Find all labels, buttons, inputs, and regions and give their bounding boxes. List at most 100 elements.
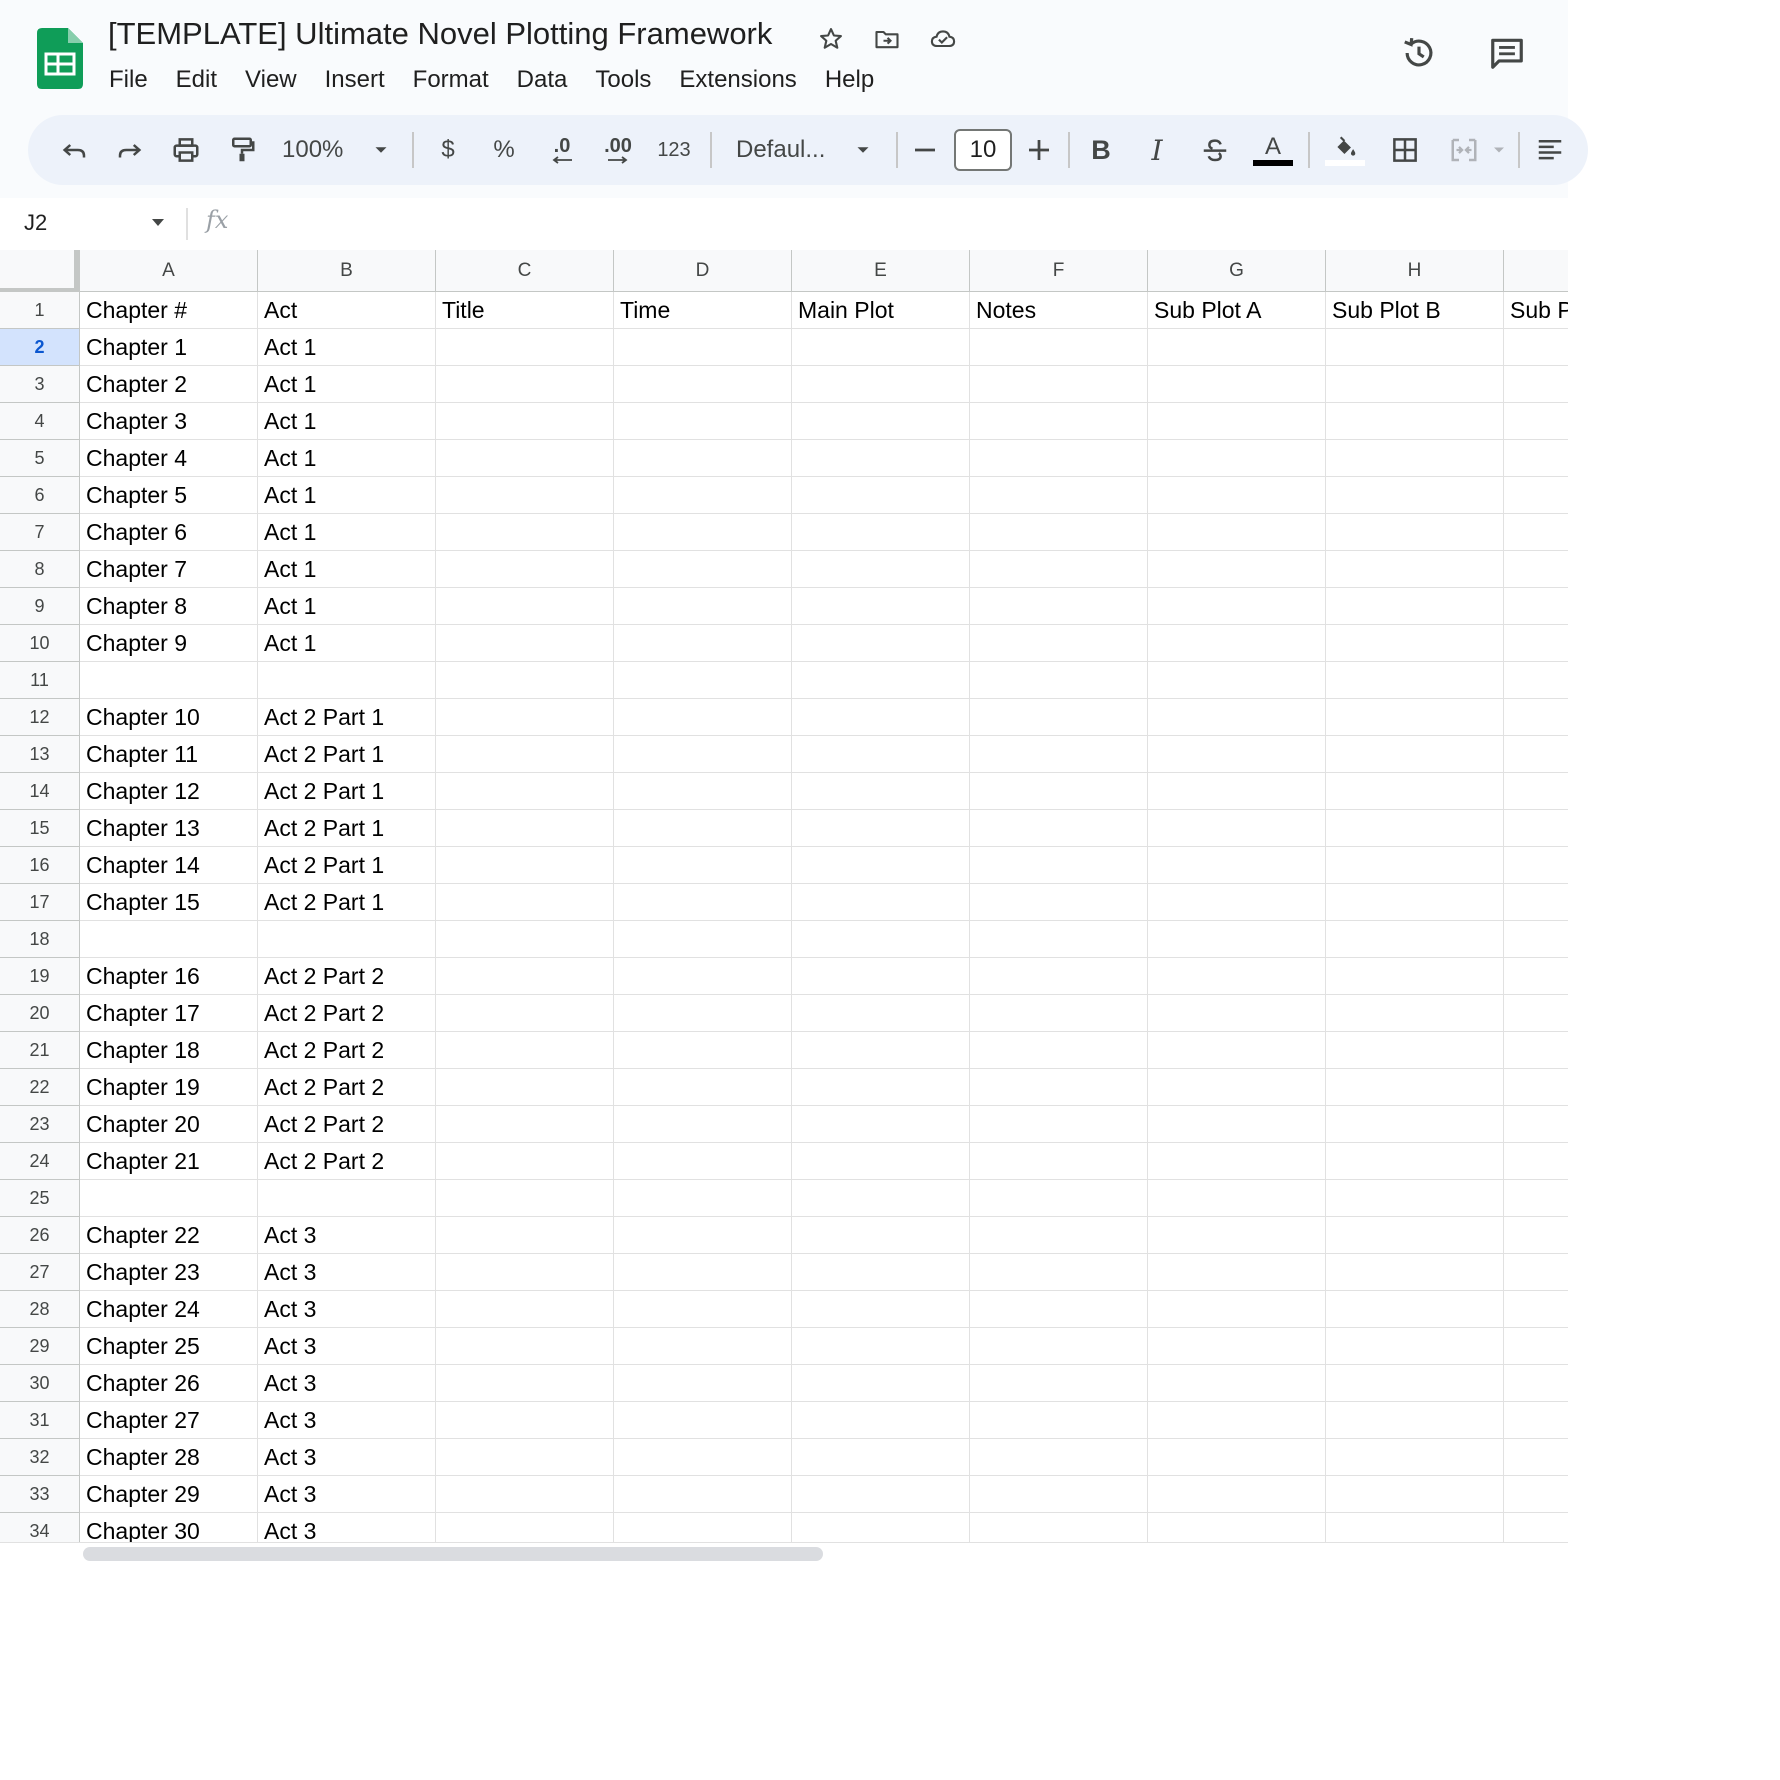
grid-cell[interactable]	[1148, 884, 1326, 921]
column-header-f[interactable]: F	[970, 250, 1148, 292]
bold-button[interactable]: B	[1086, 125, 1116, 175]
grid-cell[interactable]	[970, 921, 1148, 958]
grid-cell[interactable]	[792, 1402, 970, 1439]
grid-cell[interactable]	[1504, 958, 1568, 995]
row-header[interactable]: 7	[0, 514, 80, 551]
grid-cell[interactable]	[1148, 477, 1326, 514]
row-header[interactable]: 2	[0, 329, 80, 366]
decrease-font-size-icon[interactable]	[910, 125, 940, 175]
grid-cell[interactable]	[1504, 477, 1568, 514]
grid-cell[interactable]	[1504, 921, 1568, 958]
grid-cell[interactable]	[614, 1254, 792, 1291]
grid-cell[interactable]	[1326, 1365, 1504, 1402]
grid-cell[interactable]: Notes	[970, 292, 1148, 329]
grid-cell[interactable]	[614, 810, 792, 847]
grid-cell[interactable]	[1326, 329, 1504, 366]
grid-cell[interactable]: Act 2 Part 2	[258, 1106, 436, 1143]
grid-cell[interactable]	[1504, 1328, 1568, 1365]
row-header[interactable]: 23	[0, 1106, 80, 1143]
grid-cell[interactable]: Chapter 23	[80, 1254, 258, 1291]
grid-cell[interactable]: Chapter 27	[80, 1402, 258, 1439]
grid-cell[interactable]	[436, 1032, 614, 1069]
grid-cell[interactable]	[436, 773, 614, 810]
grid-cell[interactable]	[614, 551, 792, 588]
row-header[interactable]: 28	[0, 1291, 80, 1328]
undo-icon[interactable]	[56, 125, 92, 175]
row-header[interactable]: 4	[0, 403, 80, 440]
fill-color-button[interactable]	[1324, 125, 1366, 175]
grid-cell[interactable]	[970, 1254, 1148, 1291]
grid-cell[interactable]	[1326, 921, 1504, 958]
grid-cell[interactable]	[970, 514, 1148, 551]
grid-cell[interactable]	[614, 329, 792, 366]
row-header[interactable]: 34	[0, 1513, 80, 1542]
grid-cell[interactable]: Time	[614, 292, 792, 329]
grid-cell[interactable]	[1504, 403, 1568, 440]
grid-cell[interactable]: Act 2 Part 1	[258, 773, 436, 810]
grid-cell[interactable]: Chapter 18	[80, 1032, 258, 1069]
grid-cell[interactable]: Chapter 25	[80, 1328, 258, 1365]
grid-cell[interactable]	[614, 1217, 792, 1254]
grid-cell[interactable]: Act 1	[258, 514, 436, 551]
grid-cell[interactable]	[970, 1402, 1148, 1439]
grid-cell[interactable]	[614, 773, 792, 810]
row-header[interactable]: 20	[0, 995, 80, 1032]
grid-cell[interactable]	[970, 847, 1148, 884]
column-header-g[interactable]: G	[1148, 250, 1326, 292]
grid-cell[interactable]	[792, 1513, 970, 1542]
row-header[interactable]: 1	[0, 292, 80, 329]
grid-cell[interactable]	[1504, 1513, 1568, 1542]
grid-cell[interactable]	[1326, 1032, 1504, 1069]
grid-cell[interactable]	[436, 736, 614, 773]
grid-cell[interactable]: Act 2 Part 1	[258, 699, 436, 736]
grid-cell[interactable]	[970, 625, 1148, 662]
grid-cell[interactable]	[792, 440, 970, 477]
column-header-d[interactable]: D	[614, 250, 792, 292]
grid-cell[interactable]	[1148, 699, 1326, 736]
grid-cell[interactable]	[614, 699, 792, 736]
grid-cell[interactable]	[1148, 1291, 1326, 1328]
grid-cell[interactable]: Act 3	[258, 1291, 436, 1328]
grid-cell[interactable]	[1504, 773, 1568, 810]
grid-cell[interactable]	[970, 440, 1148, 477]
grid-cell[interactable]	[1504, 736, 1568, 773]
grid-cell[interactable]	[1504, 1143, 1568, 1180]
grid-cell[interactable]: Chapter 10	[80, 699, 258, 736]
grid-cell[interactable]: Chapter 29	[80, 1476, 258, 1513]
grid-cell[interactable]	[792, 921, 970, 958]
grid-cell[interactable]	[1148, 514, 1326, 551]
grid-cell[interactable]	[970, 884, 1148, 921]
grid-cell[interactable]	[436, 921, 614, 958]
grid-cell[interactable]	[1326, 1106, 1504, 1143]
grid-cell[interactable]	[614, 1069, 792, 1106]
grid-cell[interactable]: Chapter 22	[80, 1217, 258, 1254]
comments-icon[interactable]	[1484, 30, 1530, 76]
italic-button[interactable]: I	[1142, 125, 1172, 175]
grid-cell[interactable]	[1148, 773, 1326, 810]
grid-cell[interactable]	[1148, 1254, 1326, 1291]
grid-cell[interactable]	[970, 736, 1148, 773]
grid-cell[interactable]	[614, 921, 792, 958]
menu-extensions[interactable]: Extensions	[665, 62, 810, 102]
grid-cell[interactable]	[436, 1143, 614, 1180]
grid-cell[interactable]	[436, 1106, 614, 1143]
sheets-logo-icon[interactable]	[37, 28, 83, 89]
grid-cell[interactable]	[1504, 551, 1568, 588]
grid-cell[interactable]: Chapter 15	[80, 884, 258, 921]
merge-dropdown-icon[interactable]	[1488, 125, 1510, 175]
column-header-a[interactable]: A	[80, 250, 258, 292]
grid-cell[interactable]	[1326, 477, 1504, 514]
grid-cell[interactable]: Chapter #	[80, 292, 258, 329]
horizontal-align-icon[interactable]	[1532, 125, 1568, 175]
font-dropdown-icon[interactable]	[850, 125, 876, 175]
grid-cell[interactable]	[792, 810, 970, 847]
grid-cell[interactable]: Act 3	[258, 1328, 436, 1365]
grid-cell[interactable]	[1504, 366, 1568, 403]
grid-cell[interactable]	[1504, 847, 1568, 884]
grid-cell[interactable]: Chapter 3	[80, 403, 258, 440]
grid-cell[interactable]: Main Plot	[792, 292, 970, 329]
grid-cell[interactable]: Act 3	[258, 1402, 436, 1439]
grid-cell[interactable]: Chapter 30	[80, 1513, 258, 1542]
grid-cell[interactable]: Chapter 24	[80, 1291, 258, 1328]
grid-cell[interactable]	[1326, 1513, 1504, 1542]
